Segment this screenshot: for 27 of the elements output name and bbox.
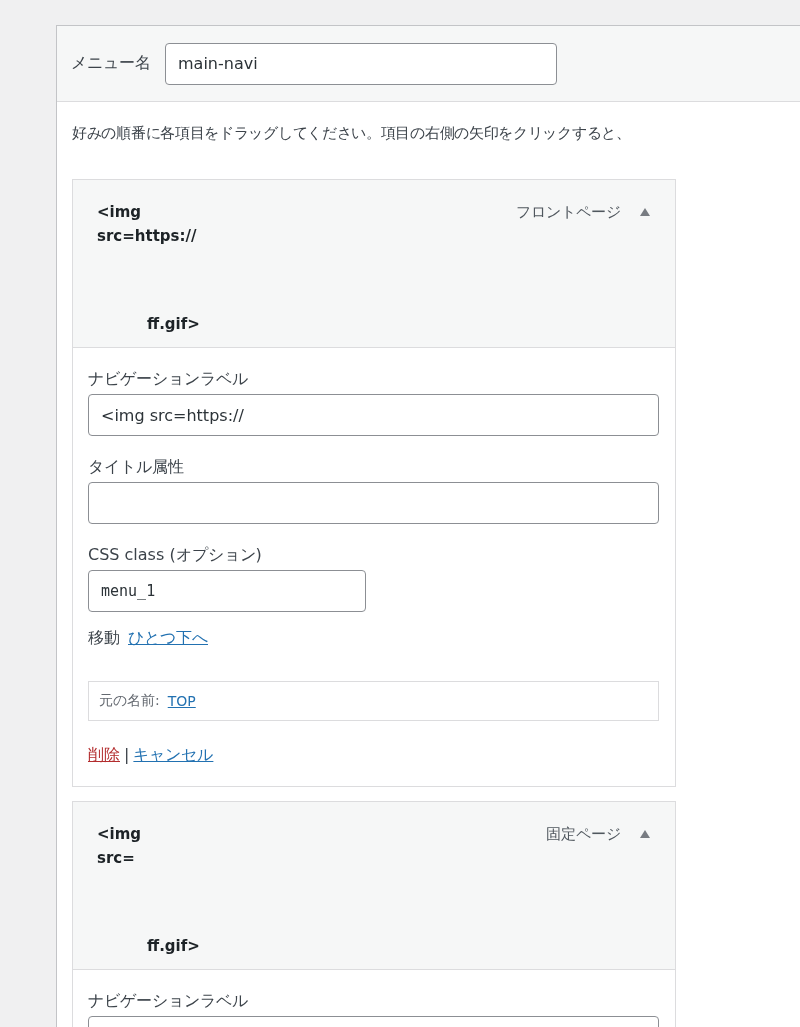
item-title: src= bbox=[97, 848, 136, 869]
move-label: 移動 bbox=[88, 628, 120, 649]
cancel-link[interactable]: キャンセル bbox=[133, 745, 214, 766]
instructions-text: 好みの順番に各項目をドラッグしてください。項目の右側の矢印をクリックすると、 bbox=[72, 124, 632, 143]
input-field[interactable] bbox=[88, 482, 659, 524]
field-label: ナビゲーションラベル bbox=[88, 368, 249, 390]
input-field[interactable]: menu_1 bbox=[88, 570, 366, 612]
move-down-link[interactable]: ひとつ下へ bbox=[128, 628, 208, 649]
original-label: 元の名前: bbox=[99, 692, 160, 710]
menu-name-field[interactable]: main-navi bbox=[165, 42, 557, 85]
field-label: タイトル属性 bbox=[88, 456, 185, 478]
item-title: <img bbox=[97, 824, 143, 845]
item-title: ff.gif> bbox=[146, 936, 200, 957]
collapse-arrow-icon[interactable] bbox=[639, 829, 651, 839]
input-field[interactable]: <img src=https:// bbox=[88, 394, 659, 436]
item-type: 固定ページ bbox=[546, 824, 621, 845]
menu-name-label: メニュー名 bbox=[71, 53, 151, 74]
collapse-arrow-icon[interactable] bbox=[639, 207, 651, 217]
item-title: src=https:// bbox=[97, 226, 198, 247]
original-link[interactable]: TOP bbox=[167, 693, 196, 709]
item-title: <img bbox=[97, 202, 143, 223]
delete-link[interactable]: 削除 bbox=[88, 745, 120, 766]
item-type: フロントページ bbox=[516, 202, 621, 223]
separator: | bbox=[124, 745, 130, 766]
field-label: CSS class (オプション) bbox=[88, 544, 263, 566]
item-title: ff.gif> bbox=[146, 314, 200, 335]
field-label: ナビゲーションラベル bbox=[88, 990, 249, 1012]
